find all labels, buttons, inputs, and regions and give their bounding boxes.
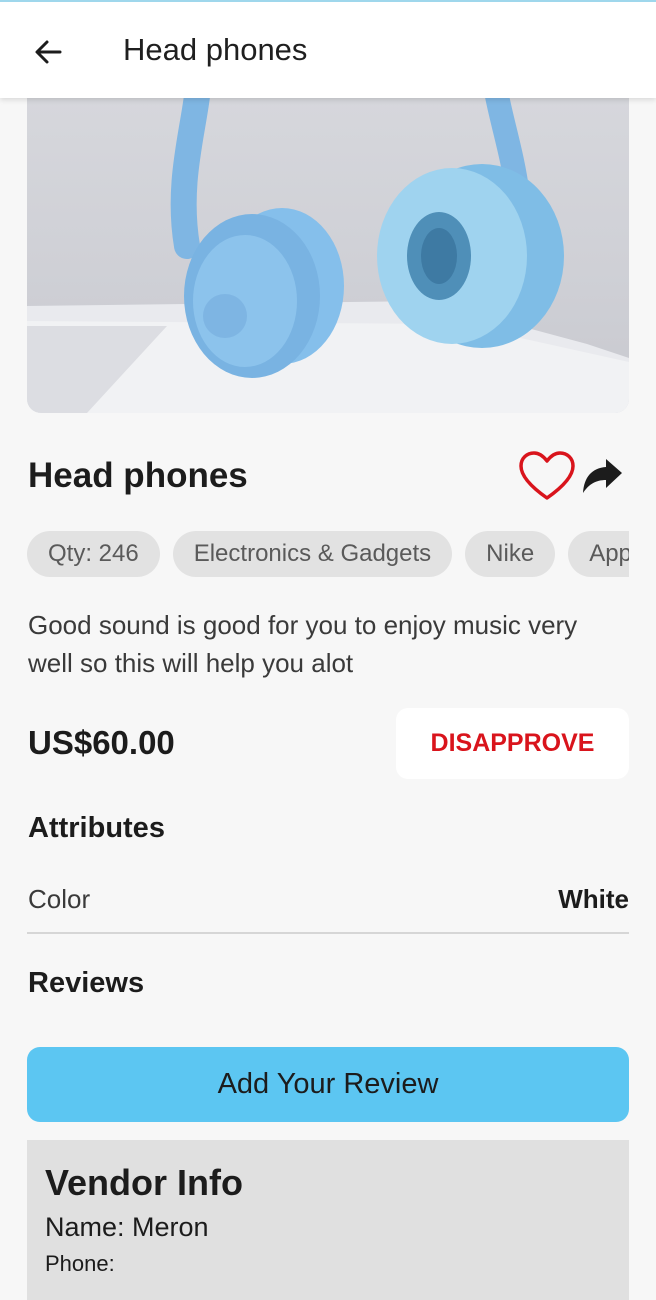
chip-category[interactable]: Electronics & Gadgets	[172, 531, 453, 577]
product-image	[27, 96, 629, 413]
attribute-divider	[27, 932, 629, 934]
attribute-label: Color	[28, 884, 91, 914]
heart-outline-icon	[519, 451, 575, 500]
favorite-button[interactable]	[517, 450, 577, 504]
product-price: US$60.00	[28, 724, 175, 761]
vendor-name: Name: Meron	[45, 1212, 209, 1242]
product-title: Head phones	[28, 456, 248, 495]
attributes-heading: Attributes	[28, 812, 165, 844]
chip-brand[interactable]: Nike	[465, 531, 556, 577]
vendor-phone: Phone:	[45, 1251, 115, 1276]
app-bar-title: Head phones	[123, 32, 308, 67]
disapprove-button[interactable]: DISAPPROVE	[396, 708, 629, 779]
attribute-value: White	[558, 884, 629, 914]
chip-quantity[interactable]: Qty: 246	[27, 531, 160, 577]
vendor-info-title: Vendor Info	[45, 1162, 243, 1203]
app-bar: Head phones	[0, 0, 656, 98]
tag-chip-row: Qty: 246 Electronics & Gadgets Nike App	[27, 531, 629, 579]
chip-more[interactable]: App	[568, 531, 629, 577]
reviews-heading: Reviews	[28, 967, 145, 999]
share-arrow-icon	[583, 459, 622, 493]
vendor-info-card: Vendor Info Name: Meron Phone:	[27, 1140, 629, 1300]
arrow-left-icon	[35, 40, 62, 64]
back-button[interactable]	[24, 28, 72, 76]
add-review-button[interactable]: Add Your Review	[27, 1047, 629, 1122]
share-button[interactable]	[580, 456, 626, 498]
product-description: Good sound is good for you to enjoy musi…	[28, 610, 578, 678]
